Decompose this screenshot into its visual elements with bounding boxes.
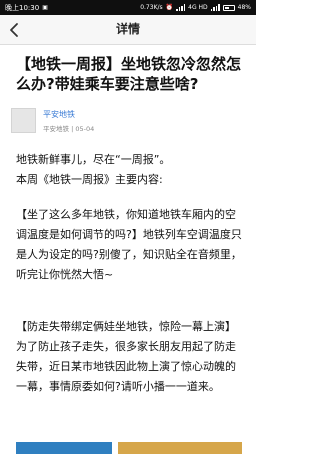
status-bar: 晚上10:30 ▣ 0.73K/s ⏰ 4G HD 48% — [0, 0, 256, 15]
signal-icon — [176, 4, 186, 11]
notification-icon: ▣ — [42, 4, 48, 11]
intro-line: 本周《地铁一周报》主要内容: — [16, 173, 163, 186]
status-speed: 0.73K/s — [140, 4, 163, 11]
signal-icon-2 — [210, 4, 220, 11]
status-time: 晚上10:30 — [5, 3, 40, 12]
article-image[interactable] — [118, 442, 242, 454]
status-right: 0.73K/s ⏰ 4G HD 48% — [140, 4, 251, 11]
author-meta: 平安地铁 | 05-04 — [43, 125, 95, 133]
article-images — [16, 442, 242, 454]
nav-bar: 详情 — [0, 15, 256, 45]
alarm-icon: ⏰ — [165, 4, 174, 11]
status-left: 晚上10:30 ▣ — [5, 3, 48, 13]
article-title: 【地铁一周报】坐地铁忽冷忽然怎么办?带娃乘车要注意些啥? — [16, 55, 242, 93]
author-row[interactable]: 平安地铁 平安地铁 | 05-04 — [11, 108, 241, 134]
status-network: 4G HD — [188, 4, 208, 11]
status-battery: 48% — [237, 4, 251, 11]
intro-line: 地铁新鲜事儿，尽在“一周报”。 — [16, 153, 171, 166]
article-image[interactable] — [16, 442, 112, 454]
author-name[interactable]: 平安地铁 — [43, 109, 75, 120]
article-section-1: 【坐了这么多年地铁，你知道地铁车厢内的空调温度是如何调节的吗?】地铁列车空调温度… — [16, 208, 242, 281]
battery-icon — [222, 4, 235, 11]
page-title: 详情 — [115, 22, 140, 36]
article-section-2: 【防走失带绑定俩娃坐地铁，惊险一幕上演】为了防止孩子走失，很多家长朋友用起了防走… — [16, 320, 236, 393]
avatar[interactable] — [11, 108, 36, 133]
article-intro: 地铁新鲜事儿，尽在“一周报”。 本周《地铁一周报》主要内容: — [16, 150, 242, 190]
